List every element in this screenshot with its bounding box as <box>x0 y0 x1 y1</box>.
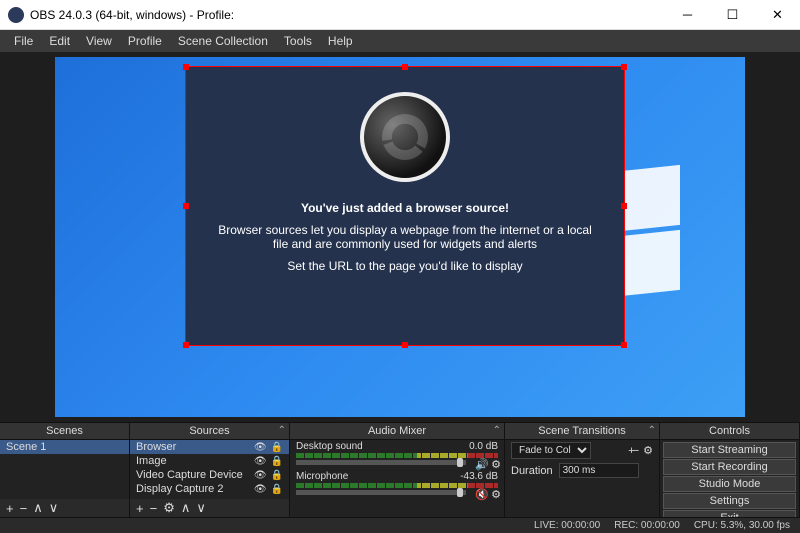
status-cpu: CPU: 5.3%, 30.00 fps <box>694 520 790 531</box>
source-settings-button[interactable]: ⚙ <box>163 500 175 516</box>
add-remove-transition[interactable]: +− <box>628 445 637 457</box>
start-recording-button[interactable]: Start Recording <box>663 459 796 475</box>
add-source-button[interactable]: + <box>136 501 144 516</box>
scenes-panel: Scenes Scene 1 + − ∧ ∨ <box>0 423 130 517</box>
audio-mixer-panel: Audio Mixer⌃ Desktop sound 0.0 dB 🔊⚙ Mic… <box>290 423 505 517</box>
gear-icon[interactable]: ⚙ <box>643 444 653 457</box>
source-item[interactable]: Display Capture 2👁🔒 <box>130 482 289 496</box>
eye-icon[interactable]: 👁 <box>254 442 267 453</box>
close-button[interactable]: ✕ <box>755 0 800 30</box>
browser-source-desc: Browser sources let you display a webpag… <box>186 219 624 255</box>
speaker-muted-icon[interactable]: 🔇 <box>475 488 489 501</box>
menu-view[interactable]: View <box>78 32 120 50</box>
remove-source-button[interactable]: − <box>150 501 158 516</box>
titlebar: OBS 24.0.3 (64-bit, windows) - Profile: … <box>0 0 800 30</box>
browser-source-heading: You've just added a browser source! <box>186 197 624 219</box>
menu-file[interactable]: File <box>6 32 41 50</box>
menu-help[interactable]: Help <box>320 32 361 50</box>
status-rec: REC: 00:00:00 <box>614 520 680 531</box>
settings-button[interactable]: Settings <box>663 493 796 509</box>
window-title: OBS 24.0.3 (64-bit, windows) - Profile: <box>30 8 665 22</box>
volume-slider[interactable] <box>296 460 466 465</box>
lock-icon[interactable]: 🔒 <box>271 484 283 495</box>
lock-icon[interactable]: 🔒 <box>271 470 283 481</box>
start-streaming-button[interactable]: Start Streaming <box>663 442 796 458</box>
add-scene-button[interactable]: + <box>6 501 14 516</box>
menu-profile[interactable]: Profile <box>120 32 170 50</box>
menu-scene-collection[interactable]: Scene Collection <box>170 32 276 50</box>
source-down-button[interactable]: ∨ <box>196 500 206 516</box>
gear-icon[interactable]: ⚙ <box>491 488 501 501</box>
scene-item[interactable]: Scene 1 <box>0 440 129 454</box>
menu-tools[interactable]: Tools <box>276 32 320 50</box>
docks: Scenes Scene 1 + − ∧ ∨ Sources⌃ Browser👁… <box>0 422 800 517</box>
obs-logo-icon <box>360 92 450 182</box>
maximize-button[interactable]: ☐ <box>710 0 755 30</box>
preview-canvas[interactable]: You've just added a browser source! Brow… <box>55 57 745 417</box>
transitions-header: Scene Transitions <box>538 425 625 437</box>
browser-source-overlay[interactable]: You've just added a browser source! Brow… <box>185 66 625 346</box>
duration-input[interactable] <box>559 463 639 478</box>
controls-panel: Controls Start Streaming Start Recording… <box>660 423 800 517</box>
exit-button[interactable]: Exit <box>663 510 796 517</box>
audio-meter <box>296 453 498 458</box>
scenes-header: Scenes <box>0 423 129 440</box>
scene-down-button[interactable]: ∨ <box>49 500 59 516</box>
statusbar: LIVE: 00:00:00 REC: 00:00:00 CPU: 5.3%, … <box>0 517 800 533</box>
mixer-db: 0.0 dB <box>469 441 498 452</box>
lock-icon[interactable]: 🔒 <box>271 442 283 453</box>
audio-meter <box>296 483 498 488</box>
mixer-track-name: Microphone <box>296 471 348 482</box>
sources-header: Sources <box>189 425 229 437</box>
menu-edit[interactable]: Edit <box>41 32 78 50</box>
controls-header: Controls <box>660 423 799 440</box>
eye-icon[interactable]: 👁 <box>254 456 267 467</box>
menubar: File Edit View Profile Scene Collection … <box>0 30 800 52</box>
source-up-button[interactable]: ∧ <box>181 500 191 516</box>
remove-scene-button[interactable]: − <box>20 501 28 516</box>
source-item[interactable]: Browser👁🔒 <box>130 440 289 454</box>
source-item[interactable]: Image👁🔒 <box>130 454 289 468</box>
studio-mode-button[interactable]: Studio Mode <box>663 476 796 492</box>
transition-select[interactable]: Fade to Color <box>511 442 591 459</box>
minimize-button[interactable]: ─ <box>665 0 710 30</box>
mixer-db: -43.6 dB <box>460 471 498 482</box>
sources-panel: Sources⌃ Browser👁🔒 Image👁🔒 Video Capture… <box>130 423 290 517</box>
popout-icon[interactable]: ⌃ <box>493 425 501 436</box>
duration-label: Duration <box>511 465 553 477</box>
popout-icon[interactable]: ⌃ <box>648 425 656 436</box>
preview-area[interactable]: You've just added a browser source! Brow… <box>0 52 800 422</box>
transitions-panel: Scene Transitions ⌃ Fade to Color +− ⚙ Du… <box>505 423 660 517</box>
scene-up-button[interactable]: ∧ <box>33 500 43 516</box>
eye-icon[interactable]: 👁 <box>254 484 267 495</box>
volume-slider[interactable] <box>296 490 466 495</box>
browser-source-hint: Set the URL to the page you'd like to di… <box>186 255 624 277</box>
mixer-header: Audio Mixer <box>368 425 426 437</box>
eye-icon[interactable]: 👁 <box>254 470 267 481</box>
popout-icon[interactable]: ⌃ <box>278 425 286 436</box>
mixer-track-name: Desktop sound <box>296 441 363 452</box>
lock-icon[interactable]: 🔒 <box>271 456 283 467</box>
source-item[interactable]: Video Capture Device👁🔒 <box>130 468 289 482</box>
status-live: LIVE: 00:00:00 <box>534 520 600 531</box>
obs-icon <box>8 7 24 23</box>
